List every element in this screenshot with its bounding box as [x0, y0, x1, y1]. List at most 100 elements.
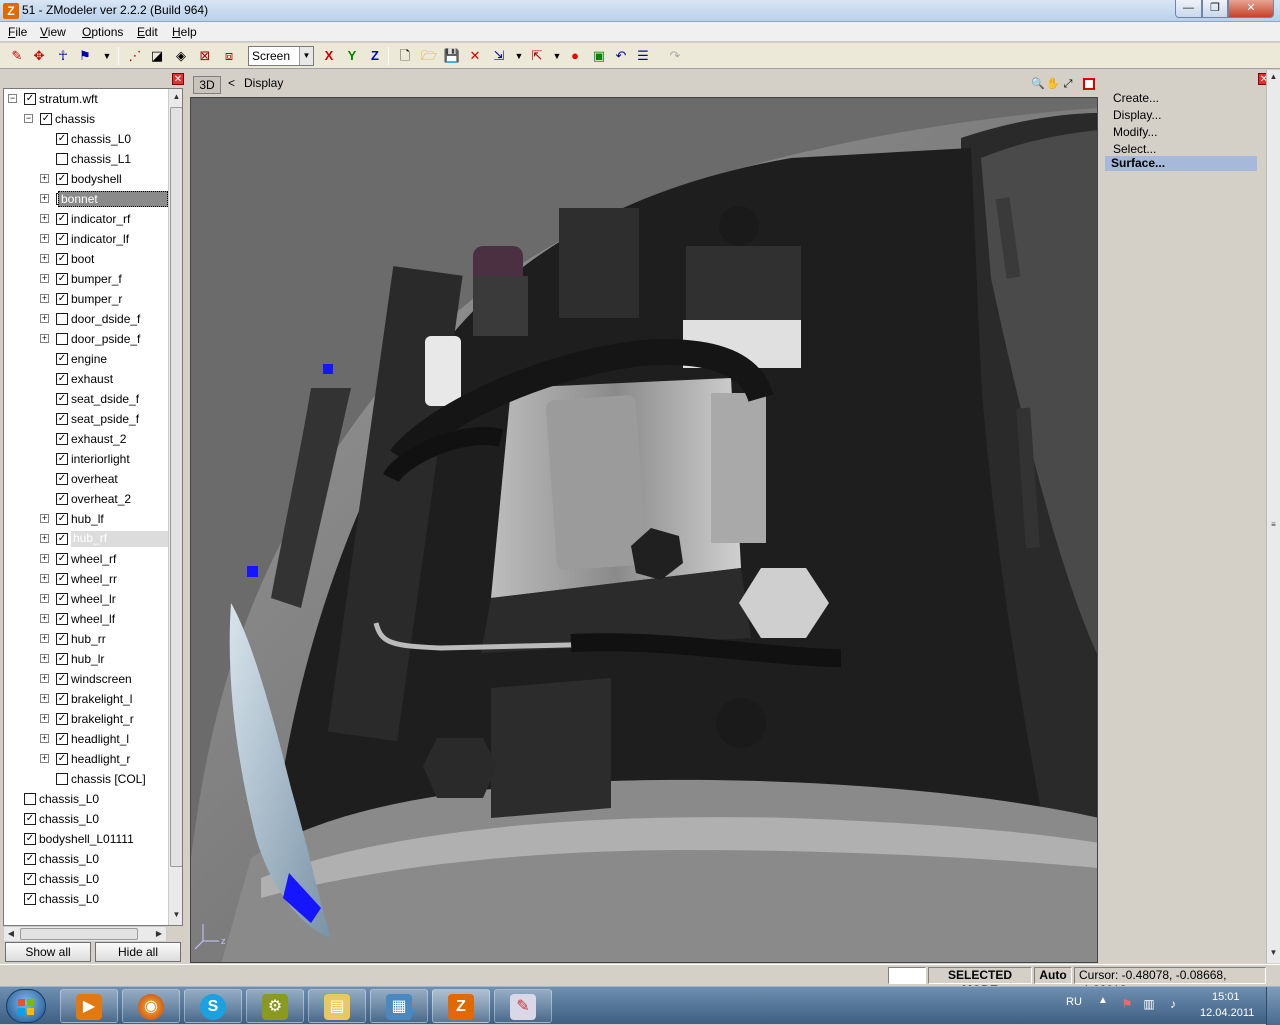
- visibility-checkbox[interactable]: ✓: [56, 593, 68, 605]
- command-modify[interactable]: Modify...: [1113, 125, 1157, 139]
- visibility-checkbox[interactable]: ✓: [40, 113, 52, 125]
- visibility-checkbox[interactable]: ✓: [24, 873, 36, 885]
- tree-item[interactable]: ✓ chassis_L0: [4, 809, 168, 829]
- export-dropdown-icon[interactable]: ▼: [548, 47, 566, 65]
- scroll-left-icon[interactable]: ◀: [4, 927, 18, 941]
- expand-icon[interactable]: +: [40, 654, 49, 663]
- tree-vertical-scrollbar[interactable]: ▲ ▼: [168, 89, 182, 925]
- tree-item[interactable]: − ✓ stratum.wft: [4, 89, 168, 109]
- tree-item[interactable]: ✓ interiorlight: [4, 449, 168, 469]
- minimize-button[interactable]: —: [1175, 0, 1202, 18]
- menu-file[interactable]: File: [8, 25, 27, 39]
- close-panel-icon[interactable]: ✕: [172, 73, 184, 85]
- tray-expand-icon[interactable]: ▲: [1098, 995, 1108, 1006]
- visibility-checkbox[interactable]: ✓: [56, 753, 68, 765]
- maximize-viewport-icon[interactable]: [1083, 78, 1095, 90]
- taskbar-tool[interactable]: ⚙: [246, 989, 304, 1023]
- expand-icon[interactable]: +: [40, 314, 49, 323]
- visibility-checkbox[interactable]: [56, 153, 68, 165]
- hscroll-thumb[interactable]: [20, 928, 138, 940]
- scroll-thumb[interactable]: [170, 107, 182, 867]
- tree-item[interactable]: ✓ chassis_L0: [4, 889, 168, 909]
- scroll-grip-icon[interactable]: ≡: [1267, 518, 1280, 529]
- select-tool-icon[interactable]: ✎: [8, 47, 26, 65]
- tree-item[interactable]: ✓ engine: [4, 349, 168, 369]
- box-mode-icon[interactable]: ⧈: [220, 47, 238, 65]
- coordinate-space-select[interactable]: Screen ▼: [248, 46, 314, 66]
- cube-mode-icon[interactable]: ⊠: [196, 47, 214, 65]
- expand-icon[interactable]: +: [40, 194, 49, 203]
- filter-tool-icon[interactable]: ⚑: [76, 47, 94, 65]
- expand-icon[interactable]: +: [40, 534, 49, 543]
- chevron-down-icon[interactable]: ▼: [299, 47, 313, 65]
- expand-icon[interactable]: +: [40, 294, 49, 303]
- command-display[interactable]: Display...: [1113, 108, 1161, 122]
- tree-item[interactable]: ✓ overheat: [4, 469, 168, 489]
- tree-item[interactable]: + ✓ hub_lf: [4, 509, 168, 529]
- open-folder-icon[interactable]: 🗁: [420, 47, 438, 65]
- scroll-down-icon[interactable]: ▼: [1267, 946, 1280, 960]
- expand-icon[interactable]: +: [40, 734, 49, 743]
- 3d-viewport[interactable]: z: [190, 97, 1098, 963]
- tree-item[interactable]: + ✓ wheel_lf: [4, 609, 168, 629]
- tree-item[interactable]: + ✓ bodyshell: [4, 169, 168, 189]
- language-indicator[interactable]: RU: [1066, 996, 1082, 1008]
- visibility-checkbox[interactable]: ✓: [24, 853, 36, 865]
- scroll-down-icon[interactable]: ▼: [169, 907, 182, 923]
- taskbar-explorer[interactable]: ▤: [308, 989, 366, 1023]
- visibility-checkbox[interactable]: ✓: [56, 473, 68, 485]
- tree-item[interactable]: ✓ exhaust_2: [4, 429, 168, 449]
- pan-hand-icon[interactable]: ✋: [1046, 77, 1060, 91]
- visibility-checkbox[interactable]: ✓: [56, 533, 68, 545]
- zmodeler-app-icon[interactable]: Z: [3, 3, 19, 19]
- move-tool-icon[interactable]: ✥: [30, 47, 48, 65]
- visibility-checkbox[interactable]: ✓: [56, 373, 68, 385]
- volume-icon[interactable]: ♪: [1166, 997, 1180, 1011]
- tree-item[interactable]: + ✓ indicator_rf: [4, 209, 168, 229]
- hide-all-button[interactable]: Hide all: [95, 942, 181, 962]
- face-mode-icon[interactable]: ◪: [148, 47, 166, 65]
- tree-item[interactable]: chassis_L0: [4, 789, 168, 809]
- breadcrumb-back[interactable]: <: [228, 76, 235, 90]
- axis-y-toggle[interactable]: Y: [343, 47, 361, 65]
- visibility-checkbox[interactable]: [56, 773, 68, 785]
- taskbar-zmodeler[interactable]: Z: [432, 989, 490, 1023]
- expand-icon[interactable]: +: [40, 554, 49, 563]
- visibility-checkbox[interactable]: ✓: [56, 633, 68, 645]
- menu-options[interactable]: Options: [82, 25, 123, 39]
- delete-icon[interactable]: ✕: [466, 47, 484, 65]
- tree-item[interactable]: + ✓ wheel_rf: [4, 549, 168, 569]
- view-mode-button[interactable]: 3D: [193, 76, 221, 94]
- visibility-checkbox[interactable]: [56, 333, 68, 345]
- action-center-icon[interactable]: ⚑: [1120, 997, 1134, 1011]
- properties-icon[interactable]: ☰: [634, 47, 652, 65]
- tree-item[interactable]: ✓ overheat_2: [4, 489, 168, 509]
- expand-icon[interactable]: +: [40, 674, 49, 683]
- show-desktop-button[interactable]: [1266, 987, 1280, 1025]
- visibility-checkbox[interactable]: ✓: [56, 133, 68, 145]
- visibility-checkbox[interactable]: ✓: [56, 433, 68, 445]
- expand-icon[interactable]: +: [40, 234, 49, 243]
- show-all-button[interactable]: Show all: [5, 942, 91, 962]
- visibility-checkbox[interactable]: ✓: [56, 693, 68, 705]
- collapse-icon[interactable]: −: [8, 94, 17, 103]
- tree-item[interactable]: + ✓ hub_lr: [4, 649, 168, 669]
- tree-item[interactable]: + ✓ brakelight_l: [4, 689, 168, 709]
- expand-icon[interactable]: +: [40, 634, 49, 643]
- visibility-checkbox[interactable]: ✓: [56, 493, 68, 505]
- fit-view-icon[interactable]: ⤢: [1061, 77, 1075, 91]
- visibility-checkbox[interactable]: ✓: [56, 213, 68, 225]
- close-window-button[interactable]: ✕: [1228, 0, 1274, 18]
- tree-item[interactable]: + ✓ bumper_r: [4, 289, 168, 309]
- tree-item[interactable]: + ✓ wheel_lr: [4, 589, 168, 609]
- expand-icon[interactable]: +: [40, 614, 49, 623]
- visibility-checkbox[interactable]: ✓: [56, 453, 68, 465]
- auto-status[interactable]: Auto: [1034, 967, 1072, 984]
- tree-horizontal-scrollbar[interactable]: ◀ ▶: [3, 926, 167, 942]
- visibility-checkbox[interactable]: ✓: [56, 513, 68, 525]
- axis-x-toggle[interactable]: X: [320, 47, 338, 65]
- new-file-icon[interactable]: 🗋: [396, 47, 414, 65]
- visibility-checkbox[interactable]: [24, 793, 36, 805]
- command-panel-scrollbar[interactable]: ▲ ≡ ▼: [1266, 70, 1280, 963]
- command-select[interactable]: Select...: [1113, 142, 1156, 156]
